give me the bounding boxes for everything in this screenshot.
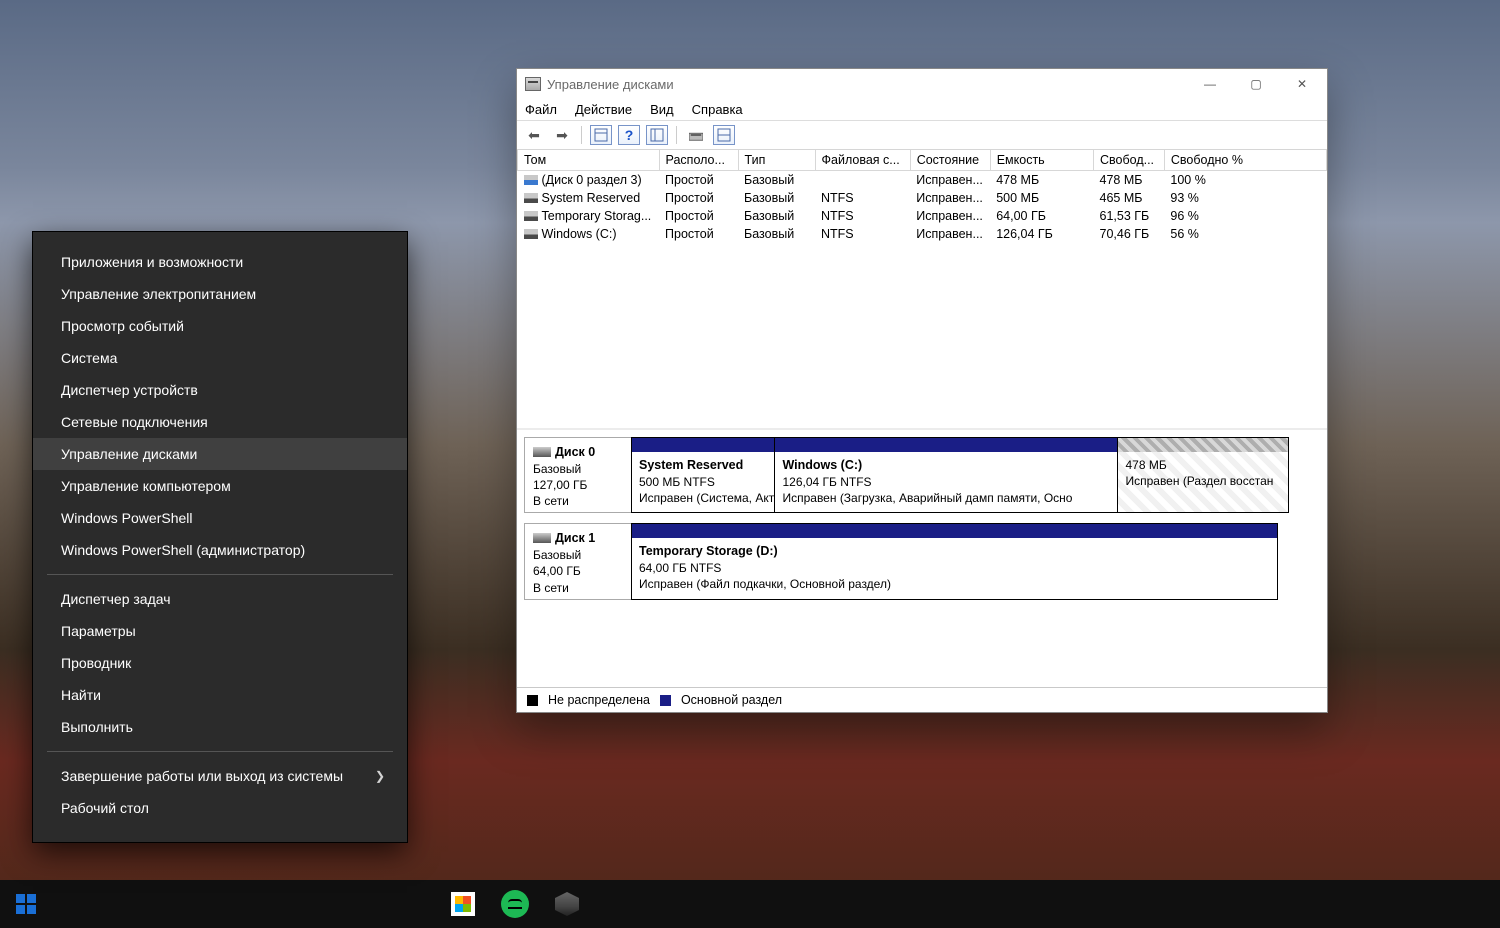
column-header[interactable]: Файловая с... [815,150,910,171]
start-button[interactable] [0,880,52,928]
winx-item[interactable]: Управление дисками [33,438,407,470]
column-header[interactable]: Располо... [659,150,738,171]
winx-item[interactable]: Управление электропитанием [33,278,407,310]
column-header[interactable]: Том [518,150,660,171]
minimize-button[interactable]: ― [1187,69,1233,99]
close-button[interactable]: ✕ [1279,69,1325,99]
toolbar-btn-3[interactable] [646,125,668,145]
volume-list[interactable]: ТомРасполо...ТипФайловая с...СостояниеЕм… [517,150,1327,428]
column-header[interactable]: Свобод... [1094,150,1165,171]
column-header[interactable]: Свободно % [1164,150,1326,171]
column-header[interactable]: Состояние [910,150,990,171]
forward-icon[interactable]: ➡ [551,125,573,145]
chevron-right-icon: ❯ [375,769,385,783]
legend-unallocated-swatch [527,695,538,706]
table-row[interactable]: Windows (C:)ПростойБазовыйNTFSИсправен..… [518,225,1327,243]
winx-item[interactable]: Найти [33,679,407,711]
toolbar: ⬅ ➡ ? [517,121,1327,150]
winx-item[interactable]: Windows PowerShell (администратор) [33,534,407,566]
table-row[interactable]: (Диск 0 раздел 3)ПростойБазовыйИсправен.… [518,171,1327,190]
partition[interactable]: Temporary Storage (D:)64,00 ГБ NTFSИспра… [631,523,1278,599]
legend: Не распределена Основной раздел [517,687,1327,712]
table-row[interactable]: Temporary Storag...ПростойБазовыйNTFSИсп… [518,207,1327,225]
legend-unallocated-label: Не распределена [548,693,650,707]
titlebar[interactable]: Управление дисками ― ▢ ✕ [517,69,1327,99]
disk-graph-pane[interactable]: Диск 0Базовый127,00 ГБВ сетиSystem Reser… [517,428,1327,687]
partition[interactable]: Windows (C:)126,04 ГБ NTFSИсправен (Загр… [774,437,1118,513]
legend-primary-swatch [660,695,671,706]
winx-item[interactable]: Параметры [33,615,407,647]
partition[interactable]: System Reserved500 МБ NTFSИсправен (Сист… [631,437,775,513]
menu-item[interactable]: Действие [575,102,632,117]
menu-item[interactable]: Справка [692,102,743,117]
maximize-button[interactable]: ▢ [1233,69,1279,99]
taskbar [0,880,1500,928]
window-title: Управление дисками [547,77,674,92]
winx-item[interactable]: Сетевые подключения [33,406,407,438]
menu-item[interactable]: Вид [650,102,674,117]
toolbar-btn-5[interactable] [713,125,735,145]
disk-management-window: Управление дисками ― ▢ ✕ Файл Действие Вид… [516,68,1328,713]
separator [47,574,393,575]
winx-item[interactable]: Рабочий стол [33,792,407,824]
toolbar-btn-1[interactable] [590,125,612,145]
help-icon[interactable]: ? [618,125,640,145]
back-icon[interactable]: ⬅ [523,125,545,145]
disk-header[interactable]: Диск 0Базовый127,00 ГБВ сети [524,437,632,513]
toolbar-btn-4[interactable] [685,125,707,145]
winx-item[interactable]: Просмотр событий [33,310,407,342]
app-icon [525,77,541,91]
winx-item[interactable]: Завершение работы или выход из системы❯ [33,760,407,792]
winx-item[interactable]: Приложения и возможности [33,246,407,278]
separator [47,751,393,752]
column-header[interactable]: Емкость [990,150,1093,171]
partition[interactable]: 478 МБИсправен (Раздел восстан [1117,437,1289,513]
winx-item[interactable]: Windows PowerShell [33,502,407,534]
taskbar-app-store[interactable] [437,880,489,928]
disk-row: Диск 0Базовый127,00 ГБВ сетиSystem Reser… [524,437,1320,513]
menu-item[interactable]: Файл [525,102,557,117]
winx-item[interactable]: Проводник [33,647,407,679]
disk-row: Диск 1Базовый64,00 ГБВ сетиTemporary Sto… [524,523,1320,599]
winx-menu: Приложения и возможностиУправление элект… [33,232,407,842]
winx-item[interactable]: Диспетчер устройств [33,374,407,406]
taskbar-app-box[interactable] [541,880,593,928]
table-row[interactable]: System ReservedПростойБазовыйNTFSИсправе… [518,189,1327,207]
winx-item[interactable]: Выполнить [33,711,407,743]
column-header[interactable]: Тип [738,150,815,171]
winx-item[interactable]: Управление компьютером [33,470,407,502]
disk-header[interactable]: Диск 1Базовый64,00 ГБВ сети [524,523,632,599]
taskbar-app-spotify[interactable] [489,880,541,928]
menu-bar: Файл Действие Вид Справка [517,99,1327,121]
winx-item[interactable]: Диспетчер задач [33,583,407,615]
winx-item[interactable]: Система [33,342,407,374]
legend-primary-label: Основной раздел [681,693,782,707]
